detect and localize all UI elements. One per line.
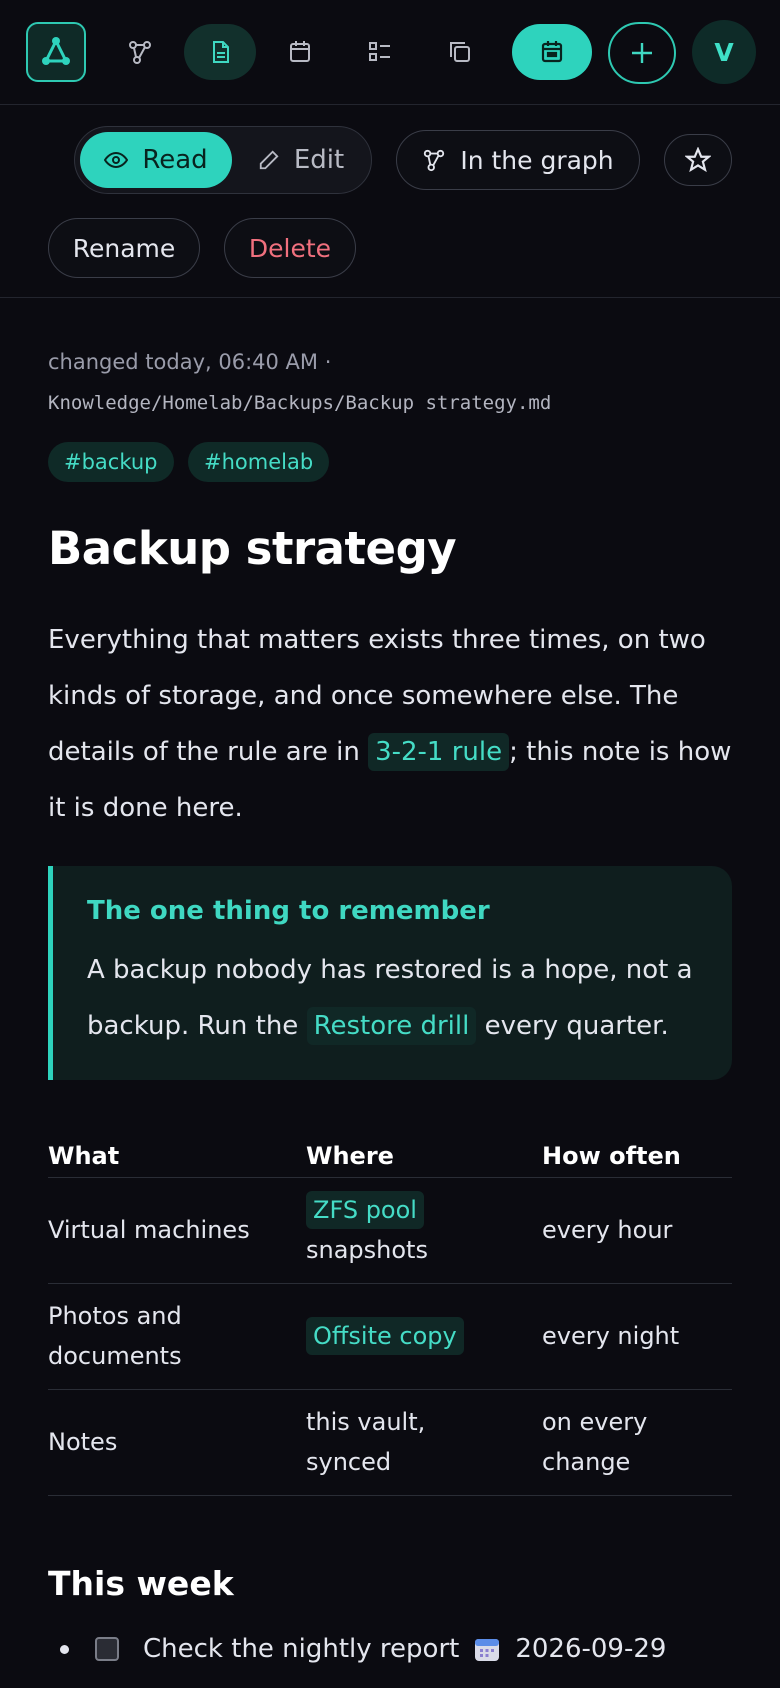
pencil-icon xyxy=(259,150,279,170)
star-icon xyxy=(685,147,711,173)
link-zfs-pool[interactable]: ZFS pool xyxy=(306,1191,424,1229)
delete-button[interactable]: Delete xyxy=(224,218,356,278)
callout: The one thing to remember A backup nobod… xyxy=(48,866,732,1080)
where-text: snapshots xyxy=(306,1236,428,1264)
callout-text-end: every quarter. xyxy=(476,1011,669,1041)
table-cell-what: Photos and documents xyxy=(48,1302,182,1370)
link-offsite-copy[interactable]: Offsite copy xyxy=(306,1317,464,1355)
new-note-button[interactable] xyxy=(608,22,676,84)
table-cell-how-often: on every change xyxy=(542,1408,648,1476)
note-title: Backup strategy xyxy=(48,522,457,575)
link-restore-drill[interactable]: Restore drill xyxy=(306,1007,477,1045)
copy-icon xyxy=(450,42,470,62)
eye-icon xyxy=(104,151,129,169)
table-cell-how-often: every hour xyxy=(542,1216,673,1244)
section-heading: This week xyxy=(48,1564,234,1603)
backup-table: What Where How often Virtual machines ZF… xyxy=(48,1118,732,1496)
nav-copy-button[interactable] xyxy=(432,24,488,80)
file-path: Knowledge/Homelab/Backups/Backup strateg… xyxy=(48,392,552,414)
task-due-date: 2026-09-29 xyxy=(515,1634,667,1664)
plus-icon xyxy=(632,43,652,63)
callout-body: A backup nobody has restored is a hope, … xyxy=(87,942,717,1054)
edit-mode-button[interactable]: Edit xyxy=(235,132,367,188)
tag-backup[interactable]: #backup xyxy=(48,442,174,482)
rename-label: Rename xyxy=(72,233,176,263)
favorite-button[interactable] xyxy=(664,134,732,186)
table-header-where: Where xyxy=(306,1142,394,1170)
task-checkbox[interactable] xyxy=(95,1637,119,1661)
table-row: Photos and documents Offsite copy every … xyxy=(48,1284,732,1390)
task-text: Check the nightly report xyxy=(143,1634,460,1664)
bullet-icon xyxy=(60,1644,69,1654)
table-row: Notes this vault, synced on every change xyxy=(48,1390,732,1496)
link-3-2-1-rule[interactable]: 3-2-1 rule xyxy=(368,733,510,771)
app-logo[interactable] xyxy=(26,22,86,82)
table-cell-where: ZFS pool snapshots xyxy=(306,1190,526,1270)
table-cell-how-often: every night xyxy=(542,1322,680,1350)
in-the-graph-button[interactable]: In the graph xyxy=(396,130,640,190)
table-cell-what: Virtual machines xyxy=(48,1216,250,1244)
callout-title: The one thing to remember xyxy=(87,896,490,926)
avatar[interactable]: V xyxy=(692,20,756,84)
table-cell-where: this vault, synced xyxy=(306,1408,426,1476)
nav-calendar-button[interactable] xyxy=(272,24,328,80)
table-row: Virtual machines ZFS pool snapshots ever… xyxy=(48,1178,732,1284)
nav-graph-button[interactable] xyxy=(112,24,168,80)
document-icon xyxy=(213,41,229,63)
table-cell-what: Notes xyxy=(48,1428,118,1456)
table-header-what: What xyxy=(48,1142,120,1170)
modified-meta: changed today, 06:40 AM · xyxy=(48,350,332,374)
table-header-row: What Where How often xyxy=(48,1118,732,1178)
delete-label: Delete xyxy=(248,233,332,263)
graph-icon xyxy=(129,41,151,64)
graph-icon xyxy=(424,149,445,172)
tag-homelab[interactable]: #homelab xyxy=(188,442,330,482)
checklist-icon xyxy=(369,42,390,61)
table-header-how-often: How often xyxy=(542,1142,681,1170)
avatar-initial: V xyxy=(714,37,734,67)
logo-icon xyxy=(42,37,70,65)
nav-notes-button[interactable] xyxy=(184,24,256,80)
today-calendar-icon xyxy=(541,41,563,63)
read-mode-button[interactable]: Read xyxy=(80,132,232,188)
calendar-emoji-icon xyxy=(473,1635,501,1663)
table-cell-where: Offsite copy xyxy=(306,1316,526,1356)
intro-paragraph: Everything that matters exists three tim… xyxy=(48,612,738,836)
edit-label: Edit xyxy=(293,145,345,175)
nav-tasks-button[interactable] xyxy=(352,24,408,80)
read-label: Read xyxy=(142,145,208,175)
today-button[interactable] xyxy=(512,24,592,80)
note-toolbar: Read Edit In the graph Rename Delete xyxy=(0,106,780,298)
top-nav: V xyxy=(0,0,780,105)
task-item: Check the nightly report 2026-09-29 xyxy=(60,1634,666,1664)
rename-button[interactable]: Rename xyxy=(48,218,200,278)
graph-label: In the graph xyxy=(460,145,614,175)
view-mode-toggle: Read Edit xyxy=(74,126,372,194)
calendar-icon xyxy=(290,41,310,62)
